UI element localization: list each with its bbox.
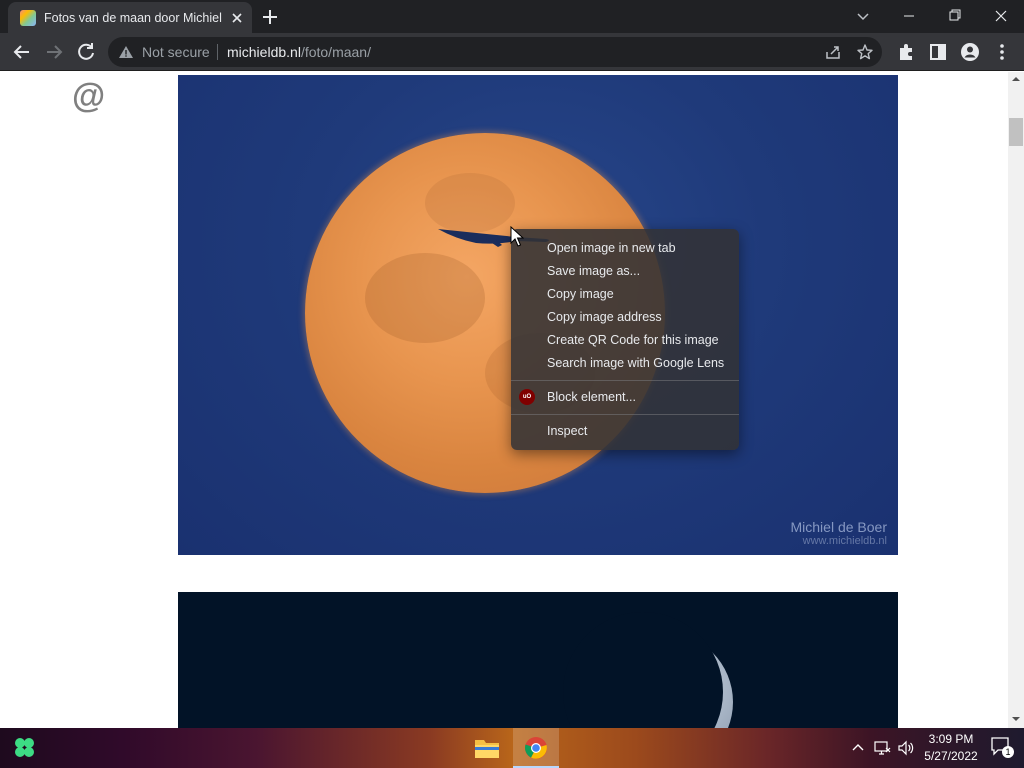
menu-item-label: Save image as... xyxy=(547,264,641,278)
back-arrow-icon[interactable] xyxy=(8,38,36,66)
menu-item-label: Create QR Code for this image xyxy=(547,333,719,347)
tab-title: Fotos van de maan door Michiel de Boer xyxy=(44,11,224,25)
speaker-volume-icon[interactable] xyxy=(896,738,916,758)
crescent-moon-photo[interactable] xyxy=(178,592,898,728)
scrollbar-thumb[interactable] xyxy=(1009,118,1023,146)
address-bar[interactable]: Not secure michieldb.nl/foto/maan/ xyxy=(108,37,882,67)
network-icon[interactable] xyxy=(872,738,892,758)
photo-watermark-name: Michiel de Boer xyxy=(790,519,888,535)
share-icon[interactable] xyxy=(824,43,842,61)
folder-icon xyxy=(475,740,499,758)
bookmark-star-icon[interactable] xyxy=(856,43,874,61)
url-text[interactable]: michieldb.nl/foto/maan/ xyxy=(227,44,371,60)
crescent-shadow xyxy=(563,612,723,728)
file-explorer-taskbar-button[interactable] xyxy=(464,728,510,768)
side-panel-icon[interactable] xyxy=(924,38,952,66)
browser-tab[interactable]: Fotos van de maan door Michiel de Boer xyxy=(8,2,252,33)
tab-strip: Fotos van de maan door Michiel de Boer xyxy=(0,0,1024,33)
reload-icon[interactable] xyxy=(72,38,100,66)
window-minimize-icon[interactable] xyxy=(886,0,932,32)
image-context-menu: Open image in new tab Save image as... C… xyxy=(511,229,739,450)
forward-arrow-icon[interactable] xyxy=(40,38,68,66)
tab-close-icon[interactable] xyxy=(228,9,246,27)
menu-item-label: Block element... xyxy=(547,390,636,404)
menu-item-create-qr-code[interactable]: Create QR Code for this image xyxy=(511,329,739,352)
menu-item-open-image-new-tab[interactable]: Open image in new tab xyxy=(511,237,739,260)
chrome-logo-icon xyxy=(524,737,547,759)
photo-watermark-site: www.michieldb.nl xyxy=(802,535,887,547)
scroll-down-arrow-icon[interactable] xyxy=(1008,712,1024,726)
menu-item-label: Open image in new tab xyxy=(547,241,676,255)
clock-time: 3:09 PM xyxy=(928,732,974,746)
menu-item-save-image-as[interactable]: Save image as... xyxy=(511,260,739,283)
menu-item-block-element[interactable]: uO Block element... xyxy=(511,386,739,409)
tab-search-chevron-down-icon[interactable] xyxy=(853,6,873,26)
tray-chevron-up-icon[interactable] xyxy=(848,738,868,758)
menu-item-label: Copy image address xyxy=(547,310,662,324)
url-host: michieldb.nl xyxy=(227,44,301,60)
page-scrollbar[interactable] xyxy=(1008,72,1024,728)
notification-center-button[interactable]: 1 xyxy=(990,736,1016,760)
window-restore-icon[interactable] xyxy=(932,0,978,32)
window-close-icon[interactable] xyxy=(978,0,1024,32)
site-favicon-icon xyxy=(20,10,36,26)
ublock-icon-text: uO xyxy=(522,394,532,400)
warning-triangle-icon[interactable] xyxy=(118,44,134,60)
extensions-puzzle-icon[interactable] xyxy=(892,38,920,66)
omnibox-divider xyxy=(217,44,218,60)
menu-item-label: Inspect xyxy=(547,424,588,438)
profile-avatar-icon[interactable] xyxy=(956,38,984,66)
menu-separator xyxy=(511,380,739,381)
menu-item-label: Search image with Google Lens xyxy=(547,356,725,370)
menu-item-label: Copy image xyxy=(547,287,614,301)
moon-mare xyxy=(365,253,485,343)
url-path: /foto/maan/ xyxy=(300,44,371,60)
menu-item-copy-image[interactable]: Copy image xyxy=(511,283,739,306)
chrome-taskbar-button[interactable] xyxy=(513,728,559,768)
new-tab-plus-icon[interactable] xyxy=(259,6,281,28)
start-clover-icon[interactable] xyxy=(4,728,44,768)
menu-item-search-google-lens[interactable]: Search image with Google Lens xyxy=(511,352,739,375)
menu-separator xyxy=(511,414,739,415)
scroll-up-arrow-icon[interactable] xyxy=(1008,72,1024,86)
web-page-content: @ Michiel de Boer www.michieldb.nl xyxy=(0,72,1008,728)
browser-menu-kebab-icon[interactable] xyxy=(988,38,1016,66)
clock-date: 5/27/2022 xyxy=(924,749,978,763)
mouse-pointer-icon xyxy=(510,226,524,247)
windows-taskbar: 3:09 PM 5/27/2022 1 xyxy=(0,728,1024,768)
menu-item-copy-image-address[interactable]: Copy image address xyxy=(511,306,739,329)
browser-toolbar: Not secure michieldb.nl/foto/maan/ xyxy=(0,33,1024,71)
system-clock[interactable]: 3:09 PM 5/27/2022 xyxy=(916,731,986,765)
ublock-origin-icon: uO xyxy=(519,389,535,405)
menu-item-inspect[interactable]: Inspect xyxy=(511,420,739,443)
site-logo[interactable]: @ xyxy=(72,78,105,114)
security-status-label[interactable]: Not secure xyxy=(142,44,210,60)
notification-count-badge: 1 xyxy=(1002,746,1014,758)
